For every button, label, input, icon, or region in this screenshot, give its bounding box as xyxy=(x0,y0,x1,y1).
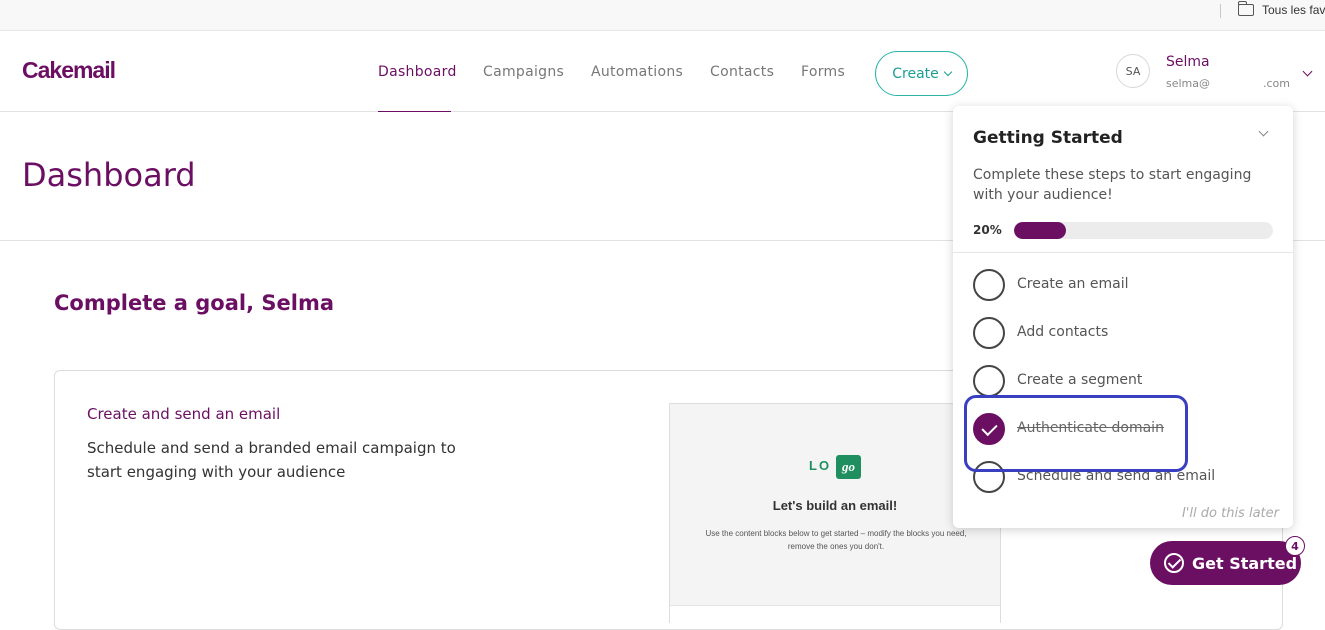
create-button-label: Create xyxy=(892,65,939,82)
preview-logo-text: LO xyxy=(809,458,832,473)
user-email-start: selma@ xyxy=(1166,77,1211,90)
goal-card-title[interactable]: Create and send an email xyxy=(87,405,280,423)
create-button[interactable]: Create xyxy=(875,51,968,96)
step-circle-icon[interactable] xyxy=(973,365,1005,397)
step-label[interactable]: Create an email xyxy=(1017,276,1128,292)
step-add-contacts[interactable]: Add contacts xyxy=(973,317,1273,349)
preview-subtext: Use the content blocks below to get star… xyxy=(705,529,967,551)
top-navigation: Cakemail Dashboard Campaigns Automations… xyxy=(0,31,1325,114)
panel-divider xyxy=(953,252,1293,253)
progress-percent: 20% xyxy=(973,223,1002,237)
email-preview-footer xyxy=(670,605,1000,624)
get-started-label: Get Started xyxy=(1192,553,1298,573)
nav-forms[interactable]: Forms xyxy=(801,64,845,80)
goal-title: Complete a goal, Selma xyxy=(54,291,335,315)
progress-bar xyxy=(1014,222,1273,239)
goal-card-description: Schedule and send a branded email campai… xyxy=(87,439,456,481)
folder-icon[interactable] xyxy=(1237,1,1254,16)
avatar[interactable]: SA xyxy=(1116,54,1150,88)
progress-bar-fill xyxy=(1014,222,1066,239)
notification-badge: 4 xyxy=(1285,536,1305,556)
preview-logo-badge: go xyxy=(836,455,861,479)
chevron-down-icon xyxy=(943,67,953,76)
check-circle-icon xyxy=(1164,553,1184,573)
get-started-button[interactable]: Get Started xyxy=(1150,541,1301,585)
getting-started-description: Complete these steps to start engaging w… xyxy=(973,167,1252,203)
nav-dashboard[interactable]: Dashboard xyxy=(378,64,457,80)
bookmarks-bar: Tous les favoris xyxy=(0,0,1325,31)
cakemail-logo[interactable]: Cakemail xyxy=(22,57,116,84)
nav-contacts[interactable]: Contacts xyxy=(710,64,774,80)
email-preview xyxy=(669,403,1001,624)
user-email-end: .com xyxy=(1263,77,1290,90)
getting-started-title: Getting Started xyxy=(973,128,1123,148)
bookmark-folder-label[interactable]: Tous les favoris xyxy=(1262,3,1325,17)
step-create-email[interactable]: Create an email xyxy=(973,269,1273,301)
preview-heading: Let's build an email! xyxy=(772,498,898,513)
page-title: Dashboard xyxy=(22,156,196,194)
nav-automations[interactable]: Automations xyxy=(591,64,683,80)
step-label[interactable]: Create a segment xyxy=(1017,372,1142,388)
user-menu-chevron-icon[interactable] xyxy=(1302,66,1313,77)
step-circle-icon[interactable] xyxy=(973,269,1005,301)
user-name[interactable]: Selma xyxy=(1166,54,1210,70)
step-circle-icon[interactable] xyxy=(973,317,1005,349)
step-label[interactable]: Add contacts xyxy=(1017,324,1108,340)
do-later-link[interactable]: I'll do this later xyxy=(1182,506,1279,521)
bookmarks-separator xyxy=(1220,4,1221,18)
highlight-annotation xyxy=(964,395,1188,472)
nav-campaigns[interactable]: Campaigns xyxy=(483,64,564,80)
step-create-segment[interactable]: Create a segment xyxy=(973,365,1273,397)
